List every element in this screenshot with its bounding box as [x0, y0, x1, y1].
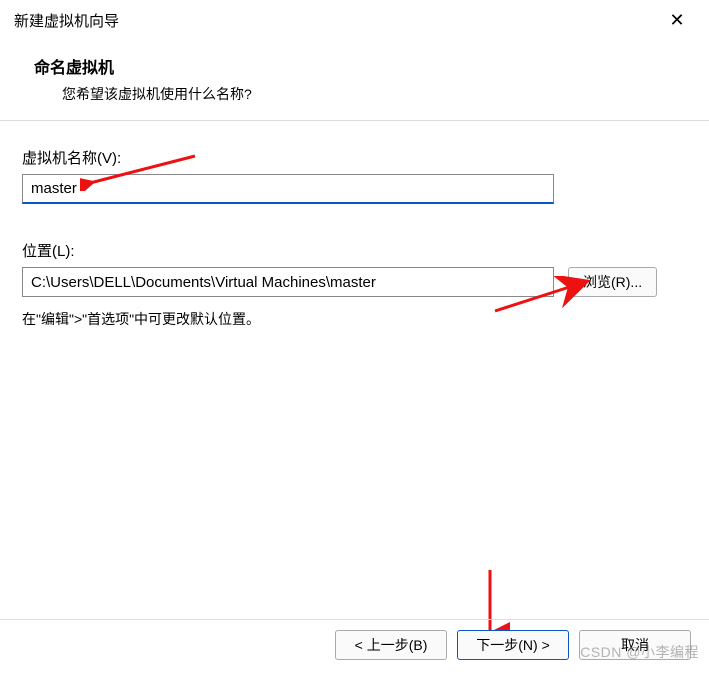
- wizard-step-subtitle: 您希望该虚拟机使用什么名称?: [62, 84, 689, 104]
- location-hint: 在"编辑">"首选项"中可更改默认位置。: [22, 309, 687, 329]
- vm-location-input[interactable]: [22, 267, 554, 297]
- vm-location-label: 位置(L):: [22, 240, 687, 261]
- browse-button[interactable]: 浏览(R)...: [568, 267, 657, 297]
- window-title: 新建虚拟机向导: [14, 10, 119, 31]
- close-button[interactable]: ✕: [657, 6, 697, 34]
- next-button[interactable]: 下一步(N) >: [457, 630, 569, 660]
- back-button[interactable]: < 上一步(B): [335, 630, 447, 660]
- cancel-button[interactable]: 取消: [579, 630, 691, 660]
- wizard-step-title: 命名虚拟机: [34, 54, 689, 78]
- close-icon: ✕: [669, 10, 684, 31]
- vm-name-label: 虚拟机名称(V):: [22, 147, 687, 168]
- vm-name-input[interactable]: [22, 174, 554, 204]
